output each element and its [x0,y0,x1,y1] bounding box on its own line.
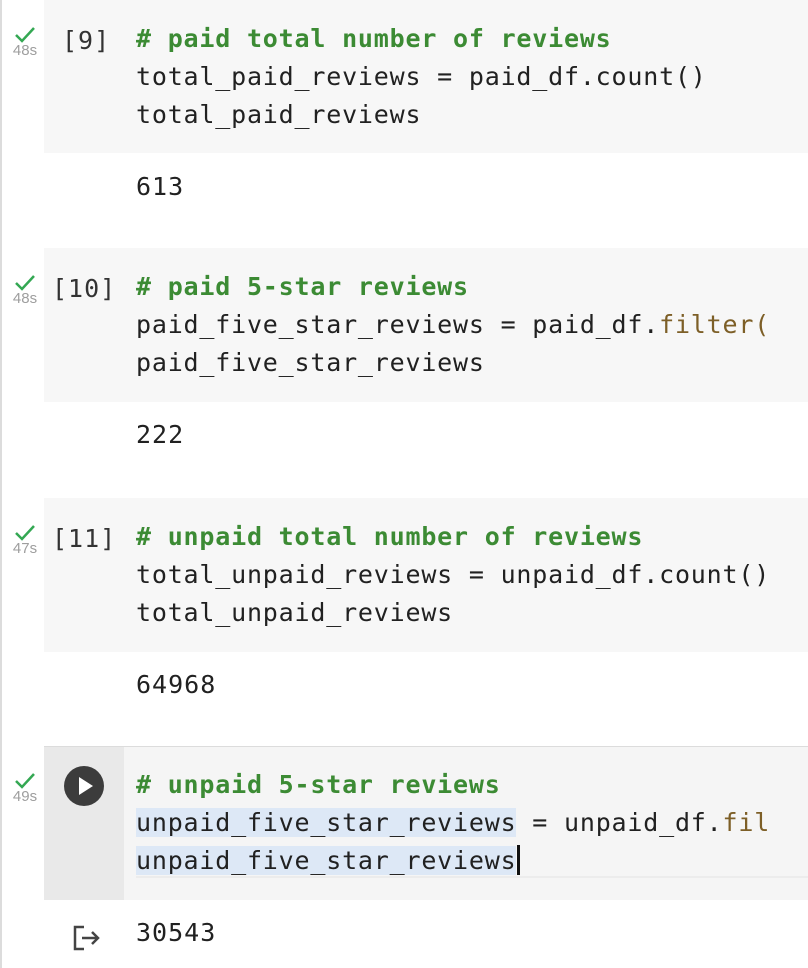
code-line: total_paid_reviews [136,100,422,129]
selected-text: unpaid_five_star_reviews [136,846,517,875]
code-comment: # paid 5-star reviews [136,272,469,301]
code-function: filter( [659,310,771,339]
text-cursor [517,845,521,875]
cell-output: 30543 [136,918,217,947]
code-text: = unpaid_df. [516,808,723,837]
run-cell-button[interactable] [64,766,104,806]
execution-duration: 48s [12,290,38,307]
code-line: paid_five_star_reviews [136,348,485,377]
code-line: total_unpaid_reviews [136,598,454,627]
selected-text: unpaid_five_star_reviews [136,808,517,837]
code-function: fil [722,808,771,837]
code-cell-10[interactable]: 48s [10] # paid 5-star reviews paid_five… [0,248,808,496]
code-line: unpaid_five_star_reviews [136,842,521,880]
editor-bottom-rule [136,876,808,878]
execution-duration: 47s [12,540,38,557]
execution-count: [10] [52,274,117,303]
code-cell-active[interactable]: 49s # unpaid 5-star reviews unpaid_five_… [0,746,808,968]
output-arrow-icon[interactable] [72,924,102,952]
cell-output: 613 [136,172,185,201]
cell-status: 48s [10,274,40,307]
code-cell-9[interactable]: 48s [9] # paid total number of reviews t… [0,0,808,248]
code-text: paid_five_star_reviews = paid_df. [136,310,660,339]
code-comment: # paid total number of reviews [136,24,612,53]
code-cell-11[interactable]: 47s [11] # unpaid total number of review… [0,498,808,746]
code-line: paid_five_star_reviews = paid_df.filter( [136,306,770,344]
execution-duration: 49s [12,788,38,805]
code-line: total_unpaid_reviews = unpaid_df.count() [136,560,771,589]
cell-top-border [44,746,808,747]
cell-status: 48s [10,26,40,59]
code-line: unpaid_five_star_reviews = unpaid_df.fil [136,804,770,842]
execution-count: [9] [62,26,111,55]
cell-status: 47s [10,524,40,557]
code-line: total_paid_reviews = paid_df.count() [136,62,707,91]
code-comment: # unpaid 5-star reviews [136,770,501,799]
execution-duration: 48s [12,42,38,59]
cell-output: 64968 [136,670,217,699]
cell-output: 222 [136,420,185,449]
code-comment: # unpaid total number of reviews [136,522,644,551]
execution-count: [11] [52,524,117,553]
cell-status: 49s [10,772,40,805]
